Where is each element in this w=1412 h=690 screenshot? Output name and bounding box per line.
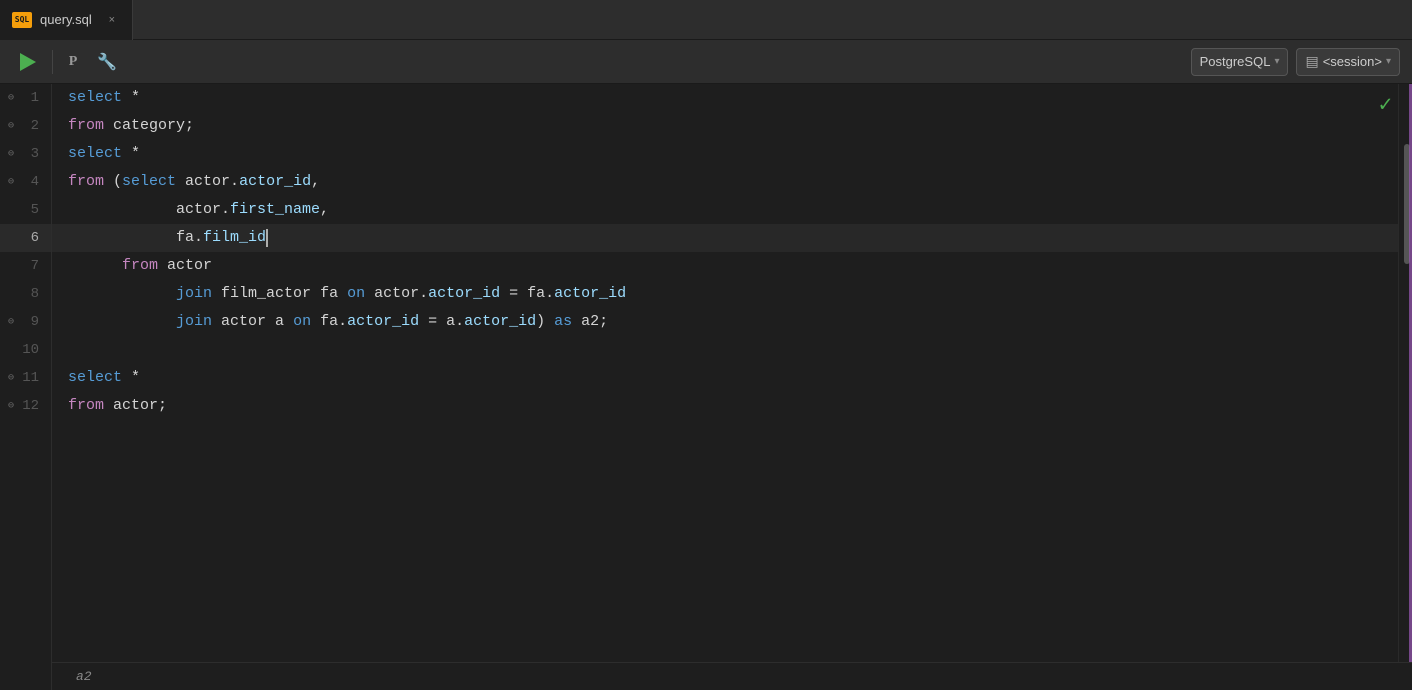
fold-icon-12[interactable]: ⊖ bbox=[4, 399, 18, 413]
editor-container: ⊖ 1 ⊖ 2 ⊖ 3 ⊖ 4 5 6 7 8 bbox=[0, 84, 1412, 690]
session-selector-dropdown[interactable]: ▤ <session> ▾ bbox=[1296, 48, 1400, 76]
toolbar-right: PostgreSQL ▾ ▤ <session> ▾ bbox=[1191, 48, 1400, 76]
text-cursor bbox=[266, 229, 268, 247]
code-line-8: join film_actor fa on actor.actor_id = f… bbox=[52, 280, 1398, 308]
bottom-hint-text: a2 bbox=[76, 669, 92, 684]
toolbar-divider-1 bbox=[52, 50, 53, 74]
fold-icon-9[interactable]: ⊖ bbox=[4, 315, 18, 329]
db-selector-arrow-icon: ▾ bbox=[1274, 56, 1279, 67]
tab-filename: query.sql bbox=[40, 12, 92, 27]
code-line-1: select * bbox=[52, 84, 1398, 112]
db-selector-label: PostgreSQL bbox=[1200, 54, 1271, 69]
tab-bar: SQL query.sql × bbox=[0, 0, 1412, 40]
session-icon: ▤ bbox=[1305, 53, 1318, 70]
code-line-2: from category; bbox=[52, 112, 1398, 140]
scrollbar[interactable] bbox=[1398, 84, 1412, 690]
toolbar: P 🔧 PostgreSQL ▾ ▤ <session> ▾ bbox=[0, 40, 1412, 84]
line-number-12: ⊖ 12 bbox=[0, 392, 51, 420]
line-number-11: ⊖ 11 bbox=[0, 364, 51, 392]
db-selector-dropdown[interactable]: PostgreSQL ▾ bbox=[1191, 48, 1289, 76]
code-line-6: fa.film_id bbox=[52, 224, 1398, 252]
fold-icon-3[interactable]: ⊖ bbox=[4, 147, 18, 161]
line-number-1: ⊖ 1 bbox=[0, 84, 51, 112]
tab-close-button[interactable]: × bbox=[104, 12, 120, 28]
line-number-5: 5 bbox=[0, 196, 51, 224]
code-line-7: from actor bbox=[52, 252, 1398, 280]
code-line-4: from (select actor.actor_id, bbox=[52, 168, 1398, 196]
tab-query-sql[interactable]: SQL query.sql × bbox=[0, 0, 133, 40]
code-line-9: join actor a on fa.actor_id = a.actor_id… bbox=[52, 308, 1398, 336]
wrench-icon: 🔧 bbox=[97, 52, 117, 72]
line-number-7: 7 bbox=[0, 252, 51, 280]
p-button[interactable]: P bbox=[61, 50, 85, 74]
line-numbers: ⊖ 1 ⊖ 2 ⊖ 3 ⊖ 4 5 6 7 8 bbox=[0, 84, 52, 690]
run-button[interactable] bbox=[12, 48, 44, 76]
run-icon bbox=[20, 53, 36, 71]
code-line-11: select * bbox=[52, 364, 1398, 392]
code-line-5: actor.first_name, bbox=[52, 196, 1398, 224]
bottom-hint-bar: a2 bbox=[52, 662, 1412, 690]
toolbar-left: P 🔧 bbox=[12, 48, 121, 76]
line-number-9: ⊖ 9 bbox=[0, 308, 51, 336]
line-number-6: 6 bbox=[0, 224, 51, 252]
fold-icon-1[interactable]: ⊖ bbox=[4, 91, 18, 105]
code-line-10 bbox=[52, 336, 1398, 364]
code-line-3: select * bbox=[52, 140, 1398, 168]
line-number-8: 8 bbox=[0, 280, 51, 308]
fold-icon-2[interactable]: ⊖ bbox=[4, 119, 18, 133]
fold-icon-11[interactable]: ⊖ bbox=[4, 371, 18, 385]
session-selector-label: <session> bbox=[1323, 54, 1382, 69]
code-area[interactable]: select * from category; select * from (s… bbox=[52, 84, 1398, 690]
code-line-12: from actor; bbox=[52, 392, 1398, 420]
line-number-2: ⊖ 2 bbox=[0, 112, 51, 140]
line-number-4: ⊖ 4 bbox=[0, 168, 51, 196]
wrench-button[interactable]: 🔧 bbox=[93, 48, 121, 76]
line-number-10: 10 bbox=[0, 336, 51, 364]
validation-checkmark: ✓ bbox=[1379, 92, 1392, 118]
fold-icon-4[interactable]: ⊖ bbox=[4, 175, 18, 189]
session-arrow-icon: ▾ bbox=[1386, 56, 1391, 67]
sql-file-icon: SQL bbox=[12, 12, 32, 28]
line-number-3: ⊖ 3 bbox=[0, 140, 51, 168]
